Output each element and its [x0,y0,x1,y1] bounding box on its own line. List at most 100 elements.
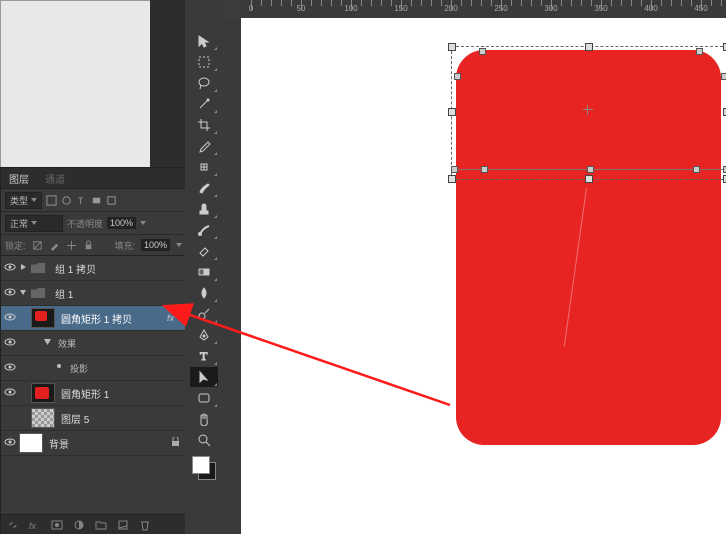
opacity-value[interactable]: 100% [107,217,136,229]
group-icon[interactable] [95,519,107,531]
tab-layers[interactable]: 图层 [1,168,37,188]
layer-filter-row: 类型 T [1,189,186,212]
visibility-eye-icon[interactable] [1,311,19,326]
layer-row[interactable]: 投影 [1,356,186,381]
mask-icon[interactable] [51,519,63,531]
path-select-tool[interactable] [190,367,218,387]
visibility-eye-icon[interactable] [1,436,19,451]
layer-list: 组 1 拷贝组 1 圆角矩形 1 拷贝fx 效果投影圆角矩形 1 图层 5 背景 [1,256,186,456]
blur-tool[interactable] [190,283,218,303]
filter-smart-icon[interactable] [106,195,117,206]
filter-pixel-icon[interactable] [46,195,57,206]
fill-label: 填充: [114,239,135,252]
blend-row: 正常 不透明度 100% [1,212,186,235]
layer-name: 投影 [70,362,88,375]
lasso-tool[interactable] [190,73,218,93]
filter-shape-icon[interactable] [91,195,102,206]
handle-n[interactable] [585,43,593,51]
anchor-point[interactable] [479,48,486,55]
link-layers-icon[interactable] [7,519,19,531]
layer-name: 圆角矩形 1 拷贝 [61,311,167,326]
visibility-eye-icon[interactable] [1,261,19,276]
layer-name: 圆角矩形 1 [61,386,186,401]
layer-row[interactable]: 组 1 拷贝 [1,256,186,281]
folder-icon [27,259,49,277]
document-area: 050100150200250300350400450 [223,0,726,534]
anchor-point[interactable] [451,166,458,173]
heal-tool[interactable] [190,157,218,177]
secondary-canvas [0,0,152,169]
lock-move-icon[interactable] [66,240,77,251]
anchor-point[interactable] [481,166,488,173]
visibility-eye-icon[interactable] [1,286,19,301]
shape-tool[interactable] [190,388,218,408]
trash-icon[interactable] [139,519,151,531]
pen-tool[interactable] [190,325,218,345]
hand-tool[interactable] [190,409,218,429]
chevron-down-icon[interactable] [19,288,27,299]
fx-badge-icon[interactable]: fx [167,313,174,323]
layer-thumbnail [31,383,55,403]
gradient-tool[interactable] [190,262,218,282]
lock-row: 锁定: 填充: 100% [1,235,186,256]
handle-s[interactable] [585,175,593,183]
fill-value[interactable]: 100% [141,239,170,251]
layer-row[interactable]: 背景 [1,431,186,456]
eraser-tool[interactable] [190,241,218,261]
visibility-eye-icon[interactable] [1,361,19,376]
layer-row[interactable]: 图层 5 [1,406,186,431]
eyedropper-tool[interactable] [190,136,218,156]
ruler-tick-label: 300 [544,4,557,13]
filter-type-icon[interactable]: T [76,195,87,206]
lock-trans-icon[interactable] [32,240,43,251]
fx-bullet-icon[interactable] [55,362,64,374]
visibility-eye-icon[interactable] [1,386,19,401]
fx-icon[interactable]: fx [29,519,41,531]
anchor-point[interactable] [696,48,703,55]
layer-name: 效果 [58,337,76,350]
visibility-eye-icon[interactable] [1,336,19,351]
tool-palette: T [185,0,224,534]
color-swatches[interactable] [192,456,216,480]
anchor-point[interactable] [587,166,594,173]
layer-row[interactable]: 效果 [1,331,186,356]
history-brush-tool[interactable] [190,220,218,240]
layer-row[interactable]: 圆角矩形 1 拷贝fx [1,306,186,331]
ruler-tick-label: 450 [694,4,707,13]
panel-tabs: 图层 通道 [1,168,186,189]
new-layer-icon[interactable] [117,519,129,531]
layer-row[interactable]: 圆角矩形 1 [1,381,186,406]
type-tool[interactable]: T [190,346,218,366]
layer-row[interactable]: 组 1 [1,281,186,306]
anchor-point[interactable] [721,73,726,80]
layer-name: 组 1 [55,286,186,301]
marquee-tool[interactable] [190,52,218,72]
tab-channels[interactable]: 通道 [37,168,73,188]
handle-w[interactable] [448,108,456,116]
handle-sw[interactable] [448,175,456,183]
dodge-tool[interactable] [190,304,218,324]
chevron-right-icon[interactable] [19,263,27,274]
fx-collapse-icon[interactable] [43,337,52,349]
zoom-tool[interactable] [190,430,218,450]
canvas[interactable] [241,18,726,534]
wand-tool[interactable] [190,94,218,114]
crop-tool[interactable] [190,115,218,135]
filter-kind-select[interactable]: 类型 [5,192,42,209]
stamp-tool[interactable] [190,199,218,219]
adjustment-icon[interactable] [73,519,85,531]
lock-brush-icon[interactable] [49,240,60,251]
filter-adjust-icon[interactable] [61,195,72,206]
brush-tool[interactable] [190,178,218,198]
anchor-point[interactable] [454,73,461,80]
layer-name: 图层 5 [61,411,186,426]
blend-mode-value: 正常 [10,217,28,230]
ruler-tick-label: 150 [394,4,407,13]
layer-thumbnail [31,408,55,428]
lock-all-icon[interactable] [83,240,94,251]
move-tool[interactable] [190,31,218,51]
handle-nw[interactable] [448,43,456,51]
transform-center-icon[interactable] [583,105,593,115]
blend-mode-select[interactable]: 正常 [5,215,63,232]
anchor-point[interactable] [693,166,700,173]
